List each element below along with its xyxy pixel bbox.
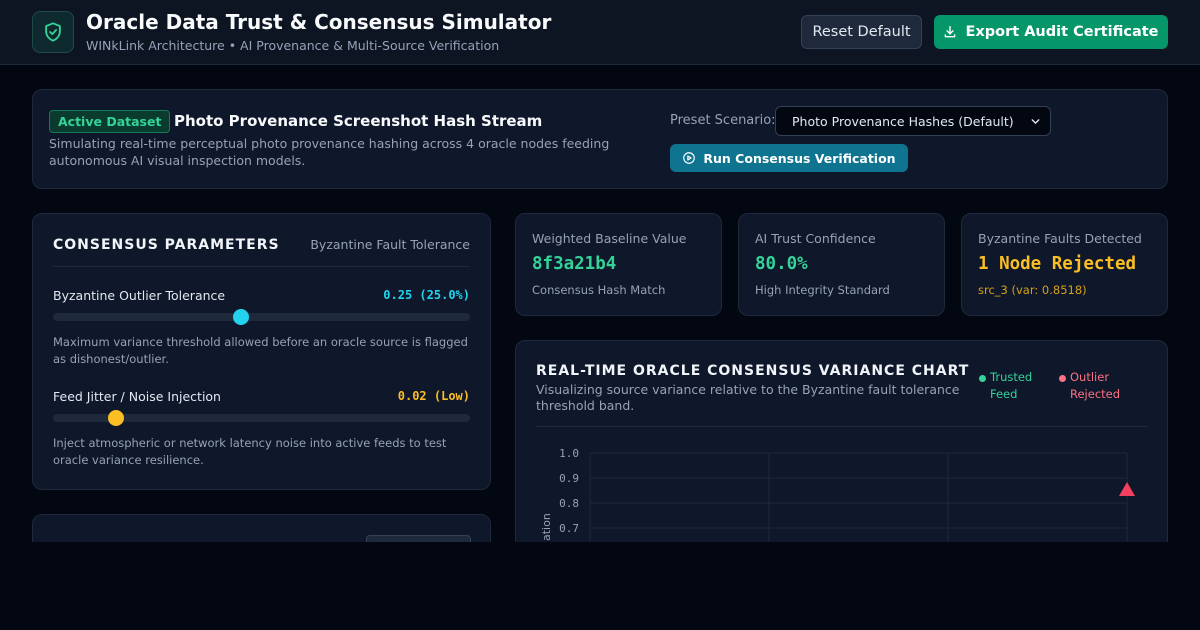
y-axis-label: ation	[540, 513, 553, 541]
run-consensus-verification-button[interactable]: Run Consensus Verification	[670, 144, 908, 172]
app-subtitle: WINkLink Architecture • AI Provenance & …	[86, 38, 500, 53]
ai-trust-confidence-value: 80.0%	[755, 254, 808, 274]
reset-default-button[interactable]: Reset Default	[801, 15, 922, 49]
app-header: Oracle Data Trust & Consensus Simulator …	[0, 0, 1200, 65]
outlier-tolerance-label: Byzantine Outlier Tolerance	[53, 288, 226, 303]
app-title: Oracle Data Trust & Consensus Simulator	[86, 10, 552, 34]
dataset-title: Photo Provenance Screenshot Hash Stream	[174, 112, 543, 130]
consensus-parameters-panel: CONSENSUS PARAMETERS Byzantine Fault Tol…	[32, 213, 491, 490]
active-dataset-badge: Active Dataset	[49, 110, 171, 133]
feed-jitter-slider-thumb[interactable]	[107, 410, 124, 426]
outlier-tolerance-description: Maximum variance threshold allowed befor…	[53, 335, 468, 366]
byzantine-faults-card: Byzantine Faults Detected 1 Node Rejecte…	[961, 213, 1168, 316]
outlier-tolerance-slider-thumb[interactable]	[232, 309, 249, 325]
feed-jitter-description: Inject atmospheric or network latency no…	[53, 436, 447, 467]
run-consensus-label: Run Consensus Verification	[703, 150, 896, 166]
byzantine-faults-label: Byzantine Faults Detected	[978, 231, 1142, 246]
ai-trust-confidence-label: AI Trust Confidence	[755, 231, 876, 246]
preset-scenario-value: Photo Provenance Hashes (Default)	[792, 113, 1014, 129]
byzantine-fault-tolerance-subtitle: Byzantine Fault Tolerance	[310, 237, 470, 252]
preset-scenario-select[interactable]: Photo Provenance Hashes (Default)	[775, 106, 1051, 136]
preset-scenario-label: Preset Scenario:	[670, 113, 776, 128]
ai-trust-confidence-card: AI Trust Confidence 80.0% High Integrity…	[738, 213, 945, 316]
active-dataset-panel: Active Dataset Photo Provenance Screensh…	[32, 89, 1168, 189]
outlier-tolerance-value: 0.25 (25.0%)	[383, 288, 470, 302]
y-tick-label: 0.8	[559, 497, 579, 510]
feed-jitter-value: 0.02 (Low)	[397, 389, 470, 403]
download-icon	[943, 25, 957, 39]
weighted-baseline-card: Weighted Baseline Value 8f3a21b4 Consens…	[515, 213, 722, 316]
byzantine-faults-note: src_3 (var: 0.8518)	[978, 283, 1087, 297]
weighted-baseline-label: Weighted Baseline Value	[532, 231, 687, 246]
play-circle-icon	[682, 151, 696, 165]
outlier-point-marker	[1119, 482, 1135, 497]
section-divider	[53, 266, 470, 267]
reset-default-label: Reset Default	[812, 24, 911, 40]
weighted-baseline-note: Consensus Hash Match	[532, 283, 666, 297]
export-label: Export Audit Certificate	[965, 24, 1159, 40]
chevron-down-icon	[1029, 115, 1042, 131]
ai-trust-confidence-note: High Integrity Standard	[755, 283, 890, 297]
consensus-parameters-title: CONSENSUS PARAMETERS	[53, 237, 280, 253]
feed-jitter-label: Feed Jitter / Noise Injection	[53, 389, 221, 404]
byzantine-faults-value: 1 Node Rejected	[978, 254, 1137, 274]
feed-jitter-slider[interactable]	[53, 410, 470, 426]
y-tick-label: 0.9	[559, 472, 579, 485]
outlier-tolerance-slider[interactable]	[53, 309, 470, 325]
y-tick-label: 1.0	[559, 447, 579, 460]
dataset-description: Simulating real-time perceptual photo pr…	[49, 136, 610, 168]
viewport-cutoff	[0, 542, 1200, 630]
export-audit-certificate-button[interactable]: Export Audit Certificate	[934, 15, 1168, 49]
shield-check-icon	[32, 11, 74, 53]
y-tick-label: 0.7	[559, 522, 579, 535]
weighted-baseline-value: 8f3a21b4	[532, 254, 617, 274]
